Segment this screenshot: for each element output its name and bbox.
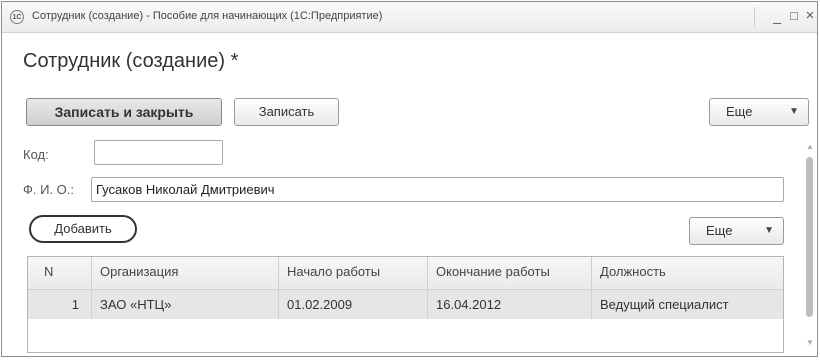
cell-n[interactable]: 1 xyxy=(28,290,92,319)
table-more-actions-button[interactable]: Еще ▼ xyxy=(689,217,784,245)
window-title: Сотрудник (создание) - Пособие для начин… xyxy=(32,10,383,22)
column-header-n[interactable]: N xyxy=(28,257,92,289)
code-field[interactable] xyxy=(94,140,223,165)
save-button[interactable]: Записать xyxy=(234,98,339,126)
scroll-down-icon[interactable]: ▼ xyxy=(806,338,814,347)
column-header-organization[interactable]: Организация xyxy=(92,257,279,289)
code-label: Код: xyxy=(23,147,49,162)
column-header-end-date[interactable]: Окончание работы xyxy=(428,257,592,289)
form-window: 1С Сотрудник (создание) - Пособие для на… xyxy=(1,1,818,357)
scrollbar-thumb[interactable] xyxy=(806,157,813,317)
close-button[interactable]: × xyxy=(802,8,818,24)
table-header: N Организация Начало работы Окончание ра… xyxy=(28,257,783,290)
scroll-up-icon[interactable]: ▲ xyxy=(806,142,814,151)
title-bar[interactable]: 1С Сотрудник (создание) - Пособие для на… xyxy=(2,2,817,33)
app-logo-icon: 1С xyxy=(10,10,24,24)
employment-table: N Организация Начало работы Окончание ра… xyxy=(27,256,784,353)
more-actions-button[interactable]: Еще ▼ xyxy=(709,98,809,126)
chevron-down-icon: ▼ xyxy=(789,106,799,117)
column-header-start-date[interactable]: Начало работы xyxy=(279,257,428,289)
save-and-close-button[interactable]: Записать и закрыть xyxy=(26,98,222,126)
fio-field[interactable]: Гусаков Николай Дмитриевич xyxy=(91,177,784,202)
maximize-button[interactable]: □ xyxy=(786,8,802,24)
cell-organization[interactable]: ЗАО «НТЦ» xyxy=(92,290,279,319)
column-header-position[interactable]: Должность xyxy=(592,257,783,289)
title-separator xyxy=(754,7,755,27)
add-row-button[interactable]: Добавить xyxy=(29,215,137,243)
table-row[interactable]: 1 ЗАО «НТЦ» 01.02.2009 16.04.2012 Ведущи… xyxy=(28,290,783,319)
table-more-actions-label: Еще xyxy=(706,223,733,238)
cell-position[interactable]: Ведущий специалист xyxy=(592,290,783,319)
more-actions-label: Еще xyxy=(726,104,753,119)
page-title: Сотрудник (создание) * xyxy=(23,50,239,72)
cell-start-date[interactable]: 01.02.2009 xyxy=(279,290,428,319)
chevron-down-icon: ▼ xyxy=(764,225,774,236)
cell-end-date[interactable]: 16.04.2012 xyxy=(428,290,592,319)
minimize-button[interactable]: _ xyxy=(769,8,785,24)
fio-label: Ф. И. О.: xyxy=(23,182,75,197)
